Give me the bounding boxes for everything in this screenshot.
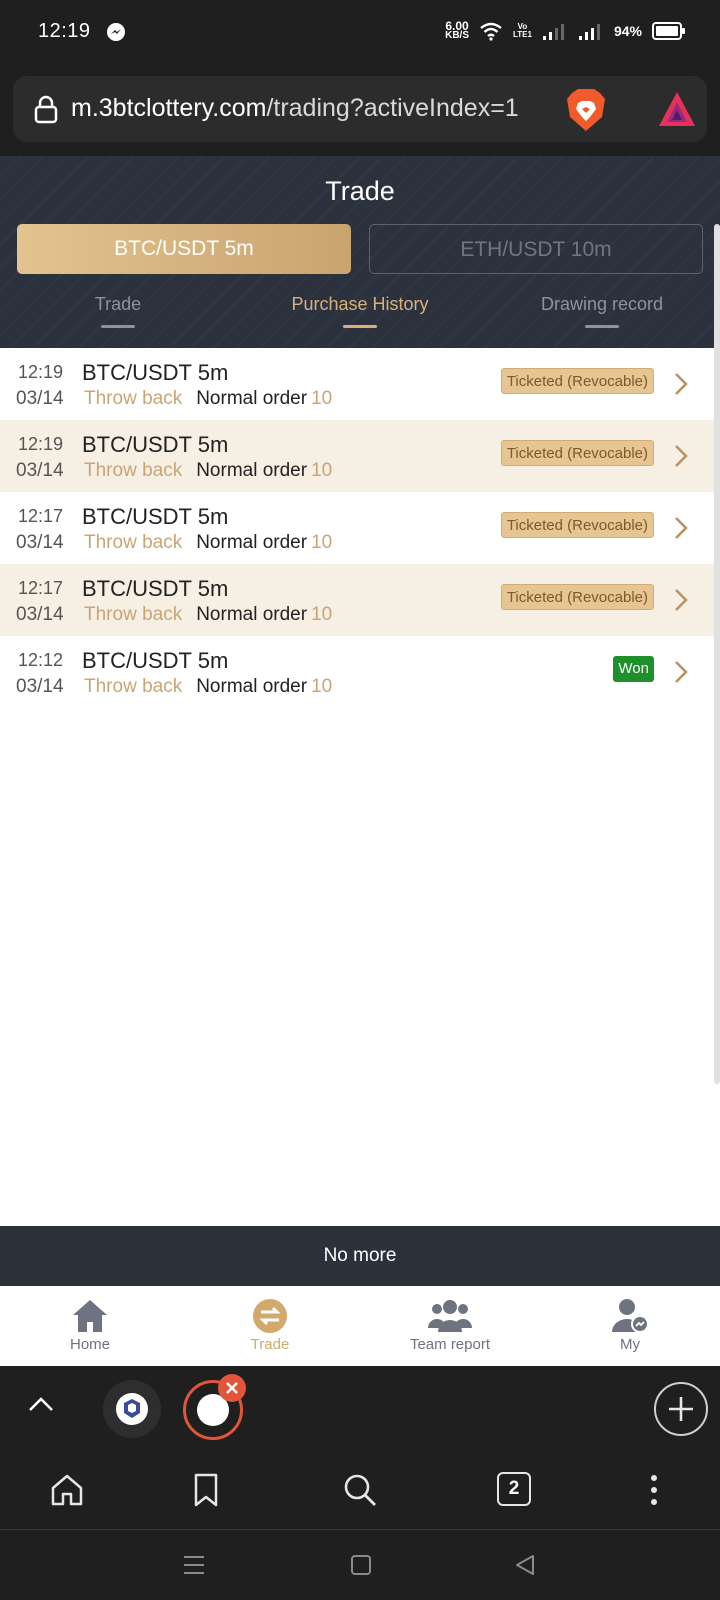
chevron-up-icon[interactable] [28, 1394, 54, 1414]
chevron-right-icon[interactable] [674, 372, 688, 396]
order-pair: BTC/USDT 5m [82, 576, 229, 601]
bookmark-icon[interactable] [188, 1472, 224, 1508]
order-amount: 10 [311, 388, 333, 409]
order-type: Normal order [196, 604, 308, 625]
user-profile-icon [612, 1299, 649, 1333]
order-pair: BTC/USDT 5m [82, 360, 229, 385]
order-time: 12:17 [18, 578, 64, 598]
order-date: 03/14 [16, 676, 64, 697]
order-type: Normal order [196, 460, 308, 481]
order-action: Throw back [84, 460, 183, 481]
chevron-right-icon[interactable] [674, 660, 688, 684]
order-row[interactable]: 12:17 03/14 BTC/USDT 5m Throw back Normal… [0, 564, 720, 636]
order-amount: 10 [311, 676, 333, 697]
chevron-right-icon[interactable] [674, 444, 688, 468]
order-amount: 10 [311, 604, 333, 625]
order-time: 12:12 [18, 650, 64, 670]
search-icon[interactable] [342, 1472, 378, 1508]
order-pair: BTC/USDT 5m [82, 432, 229, 457]
network-speed: 6.00 KB/S [445, 19, 469, 41]
order-row[interactable]: 12:19 03/14 BTC/USDT 5m Throw back Normal… [0, 420, 720, 492]
order-row[interactable]: 12:17 03/14 BTC/USDT 5m Throw back Normal… [0, 492, 720, 564]
subtab-drawing-record[interactable]: Drawing record [520, 294, 684, 328]
url-text[interactable]: m.3btclottery.com/trading?activeIndex=1 [71, 94, 519, 123]
close-tab-button[interactable] [218, 1374, 246, 1402]
browser-tab-strip [0, 1366, 720, 1452]
chevron-right-icon[interactable] [674, 516, 688, 540]
nav-trade[interactable]: Trade [200, 1298, 340, 1353]
status-badge: Ticketed (Revocable) [500, 440, 654, 466]
order-type: Normal order [196, 532, 308, 553]
close-icon [226, 1382, 238, 1394]
tab-switcher-button[interactable]: 2 [497, 1472, 531, 1506]
order-date: 03/14 [16, 388, 64, 409]
nav-home[interactable]: Home [20, 1298, 160, 1353]
order-pair: BTC/USDT 5m [82, 504, 229, 529]
order-row[interactable]: 12:12 03/14 BTC/USDT 5m Throw back Normal… [0, 636, 720, 708]
team-icon [428, 1300, 472, 1332]
browser-url-area: m.3btclottery.com/trading?activeIndex=1 [0, 64, 720, 156]
brave-rewards-icon[interactable] [657, 90, 697, 128]
status-badge-won: Won [613, 656, 654, 682]
order-time: 12:19 [18, 434, 64, 454]
page-title: Trade [325, 176, 395, 206]
order-date: 03/14 [16, 532, 64, 553]
order-date: 03/14 [16, 460, 64, 481]
order-date: 03/14 [16, 604, 64, 625]
brave-shields-icon[interactable] [564, 87, 608, 133]
order-time: 12:19 [18, 362, 64, 382]
battery-percent: 94% [613, 23, 642, 39]
page-scrollbar[interactable] [714, 224, 720, 1084]
order-action: Throw back [84, 388, 183, 409]
messenger-icon [107, 23, 125, 41]
back-icon[interactable] [514, 1554, 536, 1576]
order-type: Normal order [196, 388, 308, 409]
purchase-history-list: 12:19 03/14 BTC/USDT 5m Throw back Normal… [0, 348, 720, 708]
order-action: Throw back [84, 532, 183, 553]
order-action: Throw back [84, 676, 183, 697]
home-icon[interactable] [49, 1472, 85, 1508]
more-menu-icon[interactable] [636, 1472, 672, 1508]
subtab-trade[interactable]: Trade [56, 294, 180, 328]
signal-icon [542, 24, 564, 40]
order-amount: 10 [311, 532, 333, 553]
system-nav-bar [0, 1530, 720, 1600]
new-tab-button[interactable] [654, 1382, 708, 1436]
browser-tab-thumbnail[interactable] [103, 1380, 161, 1438]
app-bottom-nav: Home Trade Team report My [0, 1286, 720, 1366]
plus-icon [669, 1397, 693, 1421]
browser-toolbar: 2 [0, 1452, 720, 1530]
status-bar: 12:19 6.00 KB/S Vo LTE1 94% [0, 0, 720, 64]
site-favicon-icon [124, 1399, 140, 1418]
pair-tab-eth-usdt-10m[interactable]: ETH/USDT 10m [369, 224, 703, 274]
status-badge: Ticketed (Revocable) [500, 512, 654, 538]
status-time: 12:19 [38, 20, 91, 42]
volte-indicator: Vo LTE1 [513, 22, 532, 39]
nav-my[interactable]: My [560, 1298, 700, 1353]
recent-apps-icon[interactable] [182, 1554, 206, 1576]
nav-team-report[interactable]: Team report [380, 1298, 520, 1353]
chevron-right-icon[interactable] [674, 588, 688, 612]
order-amount: 10 [311, 460, 333, 481]
subtab-purchase-history[interactable]: Purchase History [270, 294, 450, 328]
pair-tab-btc-usdt-5m[interactable]: BTC/USDT 5m [17, 224, 351, 274]
signal-icon-2 [578, 24, 600, 40]
order-pair: BTC/USDT 5m [82, 648, 229, 673]
trade-exchange-icon [253, 1299, 287, 1333]
trade-header: Trade BTC/USDT 5m ETH/USDT 10m Trade Pur… [0, 156, 720, 348]
order-type: Normal order [196, 676, 308, 697]
status-badge: Ticketed (Revocable) [500, 368, 654, 394]
home-square-icon[interactable] [350, 1554, 372, 1576]
lock-icon [34, 95, 58, 124]
url-bar[interactable]: m.3btclottery.com/trading?activeIndex=1 [13, 76, 707, 142]
order-action: Throw back [84, 604, 183, 625]
battery-icon [652, 22, 685, 40]
home-icon [73, 1300, 107, 1332]
wifi-icon [480, 22, 502, 41]
order-time: 12:17 [18, 506, 64, 526]
status-badge: Ticketed (Revocable) [500, 584, 654, 610]
order-row[interactable]: 12:19 03/14 BTC/USDT 5m Throw back Normal… [0, 348, 720, 420]
list-end-indicator: No more [0, 1226, 720, 1286]
